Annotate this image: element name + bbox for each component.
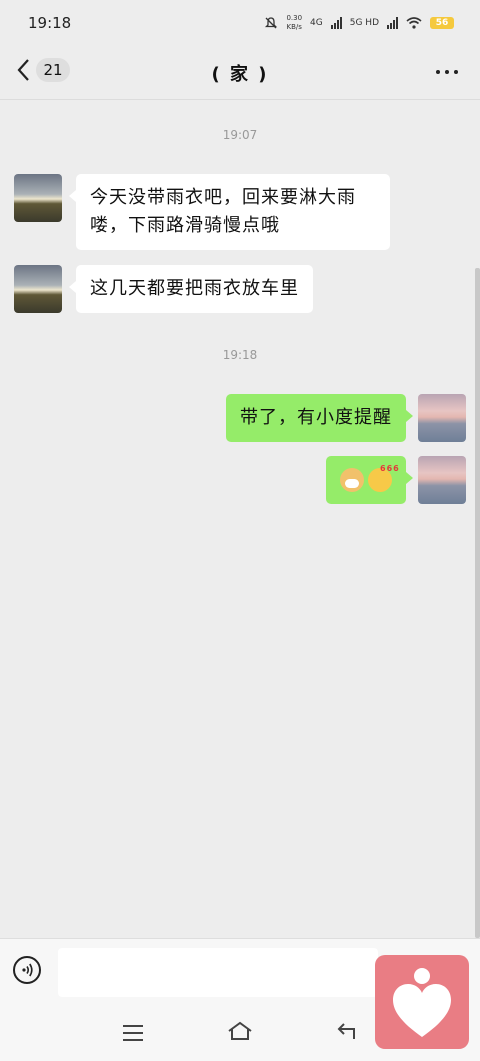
chat-header: 21 ( 家 ) [0,46,480,100]
floating-assistant-widget[interactable] [375,955,469,1049]
status-bar: 19:18 0.30 KB/s 4G 5G HD 56 [0,0,480,46]
contact-avatar[interactable] [14,174,62,222]
scrollbar[interactable] [475,268,480,938]
my-avatar[interactable] [418,394,466,442]
incoming-message[interactable]: 这几天都要把雨衣放车里 [69,265,313,313]
more-options-button[interactable] [436,70,458,74]
heart-person-icon [393,968,451,1037]
more-dots-icon [436,70,440,74]
signal-icon [330,17,342,29]
message-input[interactable] [58,948,378,997]
message-timestamp: 19:18 [222,348,258,362]
status-time: 19:18 [28,14,72,32]
network-speed: 0.30 KB/s [286,14,303,31]
battery-icon: 56 [430,17,454,29]
status-indicators: 0.30 KB/s 4G 5G HD 56 [264,14,454,32]
mute-icon [265,17,278,29]
doge-emoji-icon [340,468,364,492]
chat-title: ( 家 ) [211,64,269,85]
sim2-label: 5G HD [349,18,379,28]
signal-icon [387,17,398,29]
voice-icon [22,963,33,977]
666-emoji-icon: 666 [368,464,399,492]
my-avatar[interactable] [418,456,466,504]
outgoing-emoji-message[interactable]: 666 [326,456,413,504]
message-timestamp: 19:07 [222,128,258,142]
emoji-caption: 666 [380,464,400,473]
sim1-label: 4G [310,18,323,28]
incoming-message[interactable]: 今天没带雨衣吧，回来要淋大雨喽，下雨路滑骑慢点哦 [69,174,390,250]
wifi-icon [406,17,422,29]
contact-avatar[interactable] [14,265,62,313]
back-nav-icon[interactable] [334,1021,358,1043]
menu-icon[interactable] [121,1023,145,1043]
voice-button[interactable] [13,956,41,984]
home-icon[interactable] [226,1020,254,1042]
outgoing-message[interactable]: 带了，有小度提醒 [226,394,413,442]
